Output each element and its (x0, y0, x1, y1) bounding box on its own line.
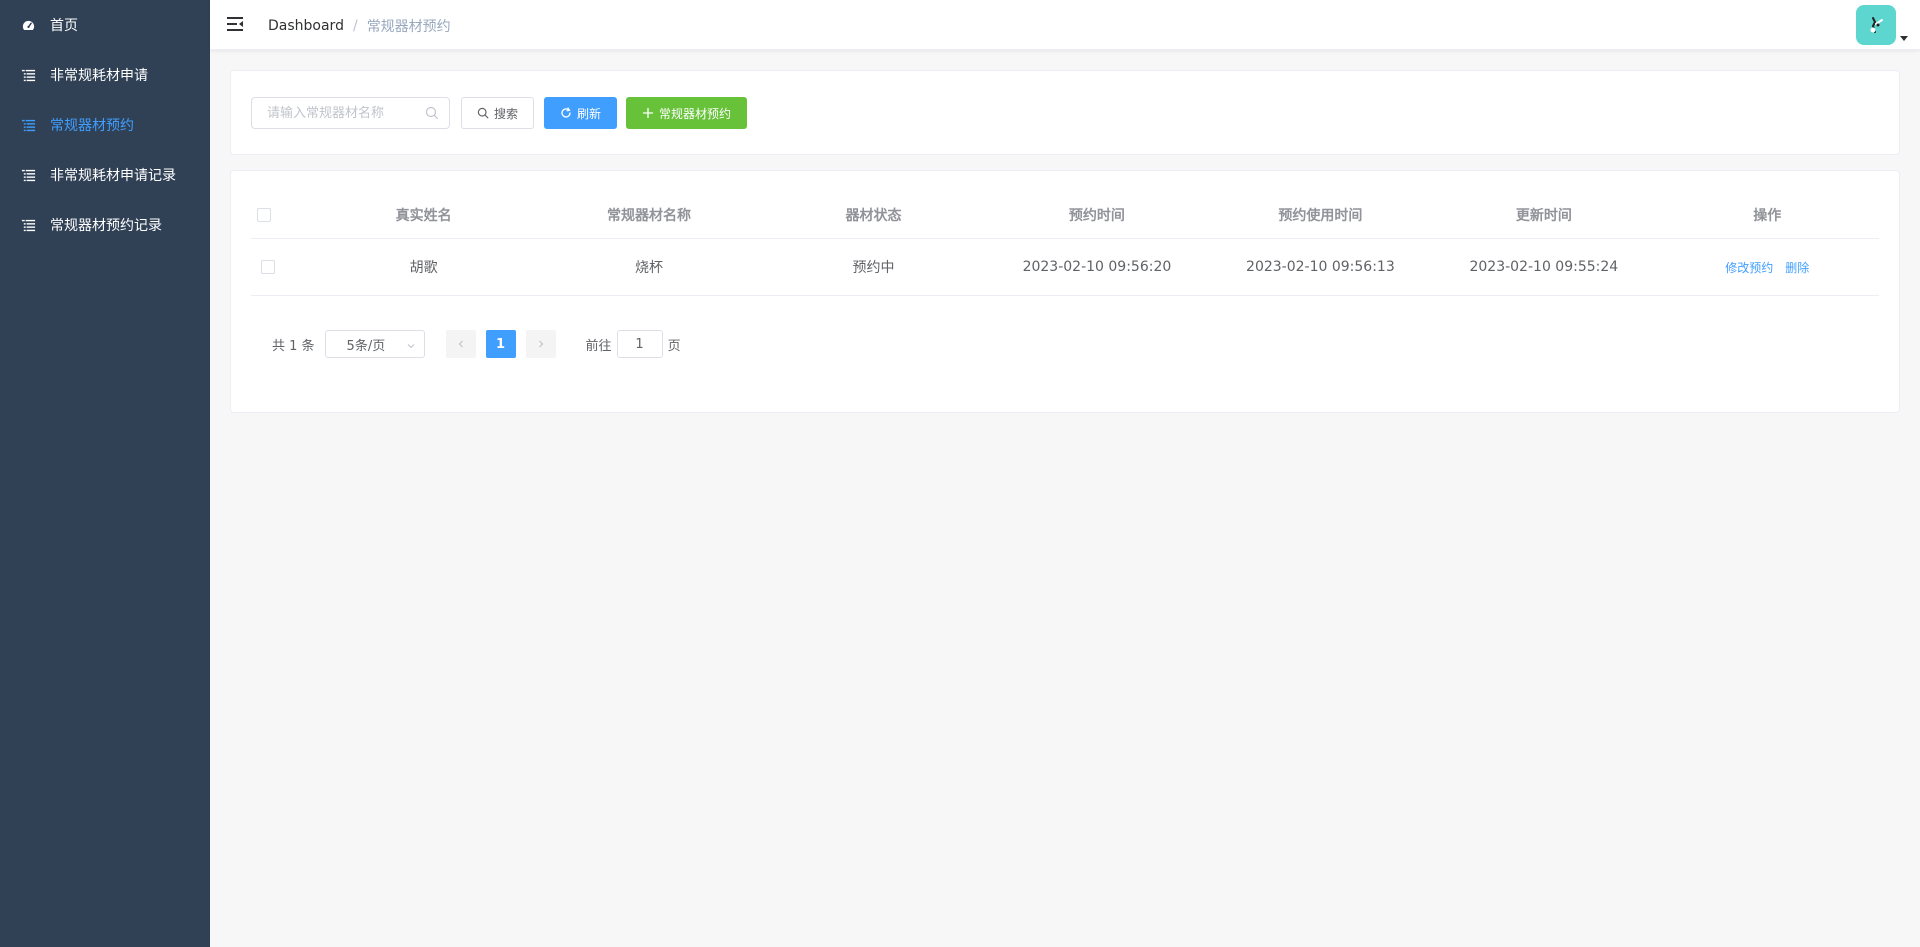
column-header: 真实姓名 (395, 207, 452, 224)
add-reservation-button[interactable]: 常规器材预约 (626, 97, 747, 129)
select-all-checkbox[interactable] (257, 207, 271, 222)
page-size-value: 5条/页 (346, 338, 386, 354)
chevron-down-icon (406, 340, 416, 350)
cell-operations: 修改预约 删除 (1656, 259, 1879, 276)
avatar[interactable] (1856, 5, 1896, 45)
column-header: 器材状态 (845, 207, 902, 224)
breadcrumb-separator: / (352, 18, 358, 34)
column-header: 更新时间 (1515, 207, 1572, 224)
sidebar-item-nonregular-request[interactable]: 非常规耗材申请 (0, 50, 210, 100)
page-size-select[interactable]: 5条/页 (324, 330, 425, 358)
breadcrumb-root[interactable]: Dashboard (268, 18, 344, 34)
goto-suffix: 页 (667, 338, 681, 354)
search-icon (477, 107, 489, 119)
cell-update-time: 2023-02-10 09:55:24 (1469, 259, 1619, 275)
table-panel: 真实姓名 常规器材名称 器材状态 预约时间 预约使用时间 更新时间 操作 胡歌 … (230, 170, 1900, 413)
header-checkbox-cell (251, 207, 311, 222)
plus-icon (642, 107, 654, 119)
user-menu[interactable] (1856, 5, 1908, 45)
row-checkbox-cell (251, 260, 311, 274)
sidebar-item-label: 非常规耗材申请 (50, 68, 148, 84)
delete-button[interactable]: 删除 (1785, 261, 1809, 275)
edit-reservation-button[interactable]: 修改预约 (1725, 261, 1773, 275)
list-icon (20, 67, 36, 83)
row-checkbox[interactable] (261, 260, 275, 274)
sidebar-item-nonregular-records[interactable]: 非常规耗材申请记录 (0, 150, 210, 200)
navbar: Dashboard / 常规器材预约 (210, 0, 1920, 50)
sidebar-item-home[interactable]: 首页 (0, 0, 210, 50)
cell-use-time: 2023-02-10 09:56:13 (1246, 259, 1395, 275)
sidebar-item-label: 常规器材预约记录 (50, 218, 162, 234)
table-header-row: 真实姓名 常规器材名称 器材状态 预约时间 预约使用时间 更新时间 操作 (251, 191, 1879, 239)
pagination-total: 共 1 条 (272, 338, 315, 354)
sidebar-item-regular-reservation[interactable]: 常规器材预约 (0, 100, 210, 150)
sidebar-item-regular-records[interactable]: 常规器材预约记录 (0, 200, 210, 250)
dashboard-icon (20, 17, 36, 33)
prev-page-button[interactable] (445, 330, 476, 358)
search-icon[interactable] (425, 106, 439, 120)
list-icon (20, 117, 36, 133)
add-reservation-button-label: 常规器材预约 (658, 106, 731, 121)
caret-down-icon[interactable] (1900, 36, 1908, 41)
page-jumper: 前往 页 (586, 330, 681, 358)
sidebar-item-label: 常规器材预约 (50, 118, 134, 134)
chevron-left-icon (458, 340, 463, 348)
column-header: 预约使用时间 (1278, 207, 1363, 224)
cell-reserve-time: 2023-02-10 09:56:20 (1022, 259, 1172, 275)
breadcrumb: Dashboard / 常规器材预约 (268, 16, 451, 36)
column-header: 常规器材名称 (607, 207, 692, 224)
cell-equipment-name: 烧杯 (635, 260, 664, 276)
breadcrumb-current: 常规器材预约 (366, 19, 451, 35)
pagination: 共 1 条 5条/页 1 前往 页 (272, 330, 681, 358)
goto-page-input[interactable] (616, 330, 663, 358)
chevron-right-icon (538, 340, 543, 348)
avatar-figure-icon (1870, 17, 1883, 33)
search-button[interactable]: 搜索 (461, 97, 534, 129)
list-icon (20, 217, 36, 233)
refresh-button-label: 刷新 (576, 106, 601, 121)
refresh-button[interactable]: 刷新 (544, 97, 617, 129)
column-header: 操作 (1753, 207, 1782, 224)
column-header: 预约时间 (1068, 207, 1125, 224)
cell-equipment-status: 预约中 (852, 260, 895, 276)
cell-real-name: 胡歌 (409, 260, 438, 276)
sidebar: 首页 非常规耗材申请 常规器材预约 非常规耗材申请记录 常规器材预约记录 (0, 0, 210, 947)
sidebar-item-label: 非常规耗材申请记录 (50, 168, 176, 184)
sidebar-item-label: 首页 (50, 18, 78, 34)
goto-prefix: 前往 (585, 338, 612, 354)
search-button-label: 搜索 (493, 106, 518, 121)
hamburger-menu-icon[interactable] (226, 15, 244, 33)
refresh-icon (560, 107, 572, 119)
next-page-button[interactable] (525, 330, 556, 358)
table-row: 胡歌 烧杯 预约中 2023-02-10 09:56:20 2023-02-10… (251, 239, 1879, 296)
list-icon (20, 167, 36, 183)
reservation-table: 真实姓名 常规器材名称 器材状态 预约时间 预约使用时间 更新时间 操作 胡歌 … (251, 191, 1879, 296)
filter-panel: 搜索 刷新 常规器材预约 (230, 70, 1900, 155)
page-number-button[interactable]: 1 (485, 330, 516, 358)
search-field[interactable] (251, 97, 450, 129)
search-input[interactable] (252, 98, 412, 128)
